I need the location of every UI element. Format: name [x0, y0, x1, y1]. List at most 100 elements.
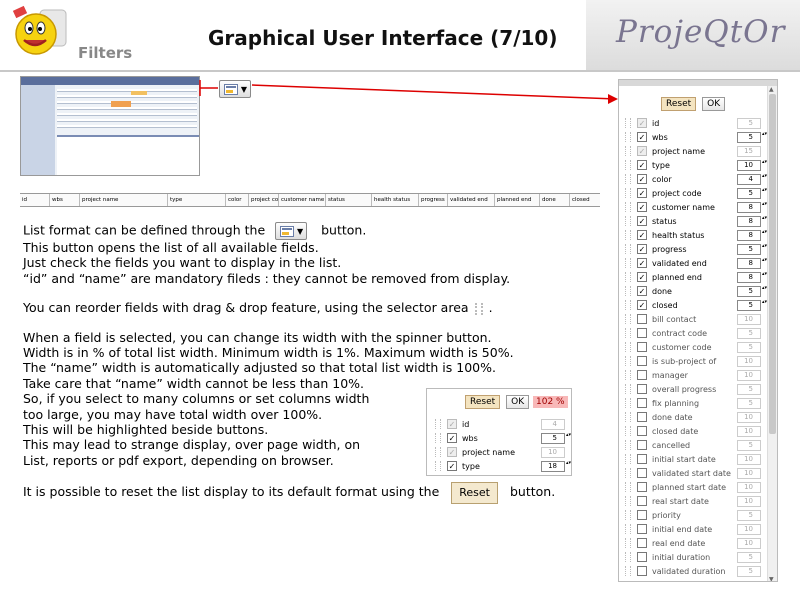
drag-handle-icon[interactable]: [625, 426, 631, 436]
field-checkbox[interactable]: [637, 328, 647, 338]
field-checkbox[interactable]: ✓: [447, 433, 457, 443]
list-format-button[interactable]: ▼: [219, 80, 251, 98]
width-spinner[interactable]: 8: [737, 201, 767, 213]
drag-handle-icon[interactable]: [625, 188, 631, 198]
width-spinner[interactable]: 5: [737, 299, 767, 311]
drag-handle-icon[interactable]: [625, 230, 631, 240]
scroll-down-icon[interactable]: ▼: [769, 576, 774, 581]
field-checkbox[interactable]: [637, 426, 647, 436]
width-spinner[interactable]: 5: [737, 285, 767, 297]
field-checkbox[interactable]: ✓: [637, 230, 647, 240]
reset-button[interactable]: Reset: [661, 97, 697, 111]
field-checkbox[interactable]: [637, 370, 647, 380]
scrollbar[interactable]: ▲ ▼: [767, 86, 777, 581]
drag-handle-icon[interactable]: [625, 258, 631, 268]
drag-handle-icon[interactable]: [625, 160, 631, 170]
width-spinner[interactable]: 10: [737, 159, 767, 171]
width-spinner[interactable]: 5: [541, 432, 571, 444]
drag-handle-icon[interactable]: [625, 328, 631, 338]
field-checkbox[interactable]: [637, 496, 647, 506]
width-spinner[interactable]: 5: [737, 243, 767, 255]
field-checkbox[interactable]: [637, 440, 647, 450]
column-header[interactable]: id: [20, 194, 50, 206]
column-header[interactable]: planned end: [495, 194, 540, 206]
field-checkbox[interactable]: [637, 412, 647, 422]
drag-handle-icon[interactable]: [625, 370, 631, 380]
drag-handle-icon[interactable]: [625, 384, 631, 394]
field-checkbox[interactable]: [637, 482, 647, 492]
field-checkbox[interactable]: [637, 538, 647, 548]
drag-handle-icon[interactable]: [625, 300, 631, 310]
column-header[interactable]: done: [540, 194, 570, 206]
drag-handle-icon[interactable]: [625, 356, 631, 366]
drag-handle-icon[interactable]: [435, 433, 441, 443]
drag-handle-icon[interactable]: [625, 174, 631, 184]
width-spinner[interactable]: 8: [737, 229, 767, 241]
width-spinner[interactable]: 5: [737, 187, 767, 199]
field-checkbox[interactable]: [637, 566, 647, 576]
drag-handle-icon[interactable]: [625, 244, 631, 254]
drag-handle-icon[interactable]: [625, 272, 631, 282]
field-checkbox[interactable]: ✓: [447, 461, 457, 471]
column-header[interactable]: type: [168, 194, 226, 206]
column-header[interactable]: progress: [419, 194, 448, 206]
drag-handle-icon[interactable]: [625, 146, 631, 156]
field-checkbox[interactable]: ✓: [637, 286, 647, 296]
drag-handle-icon[interactable]: [625, 216, 631, 226]
drag-handle-icon[interactable]: [625, 412, 631, 422]
drag-handle-icon[interactable]: [625, 314, 631, 324]
column-header[interactable]: project name: [80, 194, 168, 206]
field-checkbox[interactable]: [637, 398, 647, 408]
field-checkbox[interactable]: [637, 454, 647, 464]
width-spinner[interactable]: 8: [737, 257, 767, 269]
column-header[interactable]: closed: [570, 194, 600, 206]
field-checkbox[interactable]: [637, 524, 647, 534]
scroll-up-icon[interactable]: ▲: [769, 86, 774, 93]
field-checkbox[interactable]: ✓: [637, 300, 647, 310]
drag-handle-icon[interactable]: [625, 468, 631, 478]
drag-handle-icon[interactable]: [625, 510, 631, 520]
reset-button[interactable]: Reset: [465, 395, 501, 409]
column-header[interactable]: validated end: [448, 194, 495, 206]
field-checkbox[interactable]: [637, 314, 647, 324]
drag-handle-icon[interactable]: [625, 496, 631, 506]
column-header[interactable]: project code: [249, 194, 279, 206]
drag-handle-icon[interactable]: [625, 132, 631, 142]
drag-handle-icon[interactable]: [435, 419, 441, 429]
drag-handle-icon[interactable]: [625, 398, 631, 408]
width-spinner[interactable]: 8: [737, 271, 767, 283]
field-checkbox[interactable]: [637, 356, 647, 366]
drag-handle-icon[interactable]: [625, 524, 631, 534]
field-checkbox[interactable]: ✓: [637, 174, 647, 184]
field-checkbox[interactable]: [637, 510, 647, 520]
field-checkbox[interactable]: ✓: [637, 244, 647, 254]
drag-handle-icon[interactable]: [625, 482, 631, 492]
field-checkbox[interactable]: [637, 468, 647, 478]
field-checkbox[interactable]: ✓: [637, 272, 647, 282]
width-spinner[interactable]: 18: [541, 460, 571, 472]
field-checkbox[interactable]: [637, 384, 647, 394]
column-header[interactable]: health status: [372, 194, 419, 206]
field-checkbox[interactable]: ✓: [637, 188, 647, 198]
field-checkbox[interactable]: ✓: [637, 258, 647, 268]
width-spinner[interactable]: 4: [737, 173, 767, 185]
scrollbar-thumb[interactable]: [769, 94, 776, 434]
column-header[interactable]: status: [326, 194, 372, 206]
ok-button[interactable]: OK: [702, 97, 726, 111]
drag-handle-icon[interactable]: [625, 202, 631, 212]
field-checkbox[interactable]: ✓: [637, 132, 647, 142]
field-checkbox[interactable]: ✓: [637, 216, 647, 226]
drag-handle-icon[interactable]: [625, 342, 631, 352]
width-spinner[interactable]: 8: [737, 215, 767, 227]
field-checkbox[interactable]: [637, 552, 647, 562]
drag-handle-icon[interactable]: [625, 286, 631, 296]
field-checkbox[interactable]: [637, 342, 647, 352]
drag-handle-icon[interactable]: [625, 440, 631, 450]
ok-button[interactable]: OK: [506, 395, 530, 409]
width-spinner[interactable]: 5: [737, 131, 767, 143]
drag-handle-icon[interactable]: [625, 538, 631, 548]
column-header[interactable]: color: [226, 194, 249, 206]
drag-handle-icon[interactable]: [435, 447, 441, 457]
field-checkbox[interactable]: ✓: [637, 160, 647, 170]
column-header[interactable]: customer name: [279, 194, 326, 206]
